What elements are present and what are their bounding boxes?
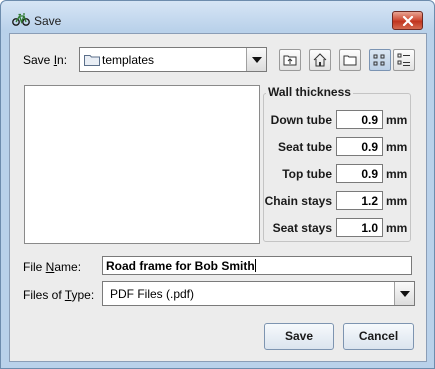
chain-stays-input[interactable]: 1.2 bbox=[336, 191, 383, 210]
save-in-dropdown-button[interactable] bbox=[246, 48, 266, 71]
down-tube-input[interactable]: 0.9 bbox=[336, 110, 383, 129]
up-one-level-button[interactable] bbox=[279, 49, 301, 71]
file-name-value: Road frame for Bob Smith bbox=[106, 259, 255, 273]
cancel-button[interactable]: Cancel bbox=[343, 323, 414, 350]
seat-stays-input[interactable]: 1.0 bbox=[336, 218, 383, 237]
seat-stays-label: Seat stays bbox=[272, 221, 332, 235]
top-tube-unit: mm bbox=[386, 167, 408, 181]
save-button[interactable]: Save bbox=[264, 323, 334, 350]
top-tube-input[interactable]: 0.9 bbox=[336, 164, 383, 183]
list-view-button[interactable] bbox=[369, 49, 391, 71]
seat-tube-label: Seat tube bbox=[277, 140, 332, 154]
home-icon bbox=[313, 53, 327, 67]
new-folder-button[interactable] bbox=[339, 49, 361, 71]
dialog-content: Save In: templates Wall thickness Down t… bbox=[9, 33, 427, 362]
new-folder-icon bbox=[343, 55, 357, 66]
files-of-type-combo[interactable]: PDF Files (.pdf) bbox=[102, 281, 415, 306]
close-icon bbox=[402, 16, 414, 26]
save-in-value: templates bbox=[102, 53, 155, 67]
file-list[interactable] bbox=[24, 85, 260, 244]
files-of-type-label: Files of Type: bbox=[23, 288, 95, 302]
file-name-input[interactable]: Road frame for Bob Smith bbox=[102, 256, 412, 275]
files-of-type-value: PDF Files (.pdf) bbox=[110, 287, 195, 301]
save-in-label: Save In: bbox=[23, 53, 68, 67]
chevron-down-icon bbox=[400, 291, 410, 297]
details-view-icon bbox=[397, 53, 410, 66]
down-tube-unit: mm bbox=[386, 113, 408, 127]
text-caret bbox=[254, 259, 256, 272]
save-dialog-window: Save Save In: templates Wall thickness D… bbox=[0, 0, 435, 369]
home-button[interactable] bbox=[309, 49, 331, 71]
chevron-down-icon bbox=[252, 57, 262, 63]
window-title: Save bbox=[34, 14, 62, 28]
list-view-icon bbox=[373, 54, 385, 66]
folder-up-icon bbox=[283, 55, 297, 66]
files-of-type-dropdown-button[interactable] bbox=[394, 282, 414, 305]
seat-stays-unit: mm bbox=[386, 221, 408, 235]
seat-tube-unit: mm bbox=[386, 140, 408, 154]
file-name-label: File Name: bbox=[23, 260, 82, 274]
title-bar[interactable]: Save bbox=[1, 1, 434, 31]
folder-icon bbox=[84, 54, 100, 69]
wall-thickness-title: Wall thickness bbox=[266, 85, 353, 99]
seat-tube-input[interactable]: 0.9 bbox=[336, 137, 383, 156]
chain-stays-label: Chain stays bbox=[264, 194, 332, 208]
close-button[interactable] bbox=[392, 11, 423, 30]
details-view-button[interactable] bbox=[393, 49, 415, 71]
save-in-combo[interactable]: templates bbox=[79, 47, 267, 72]
top-tube-label: Top tube bbox=[282, 167, 332, 181]
chain-stays-unit: mm bbox=[386, 194, 408, 208]
bicycle-icon bbox=[12, 12, 30, 26]
down-tube-label: Down tube bbox=[270, 113, 332, 127]
